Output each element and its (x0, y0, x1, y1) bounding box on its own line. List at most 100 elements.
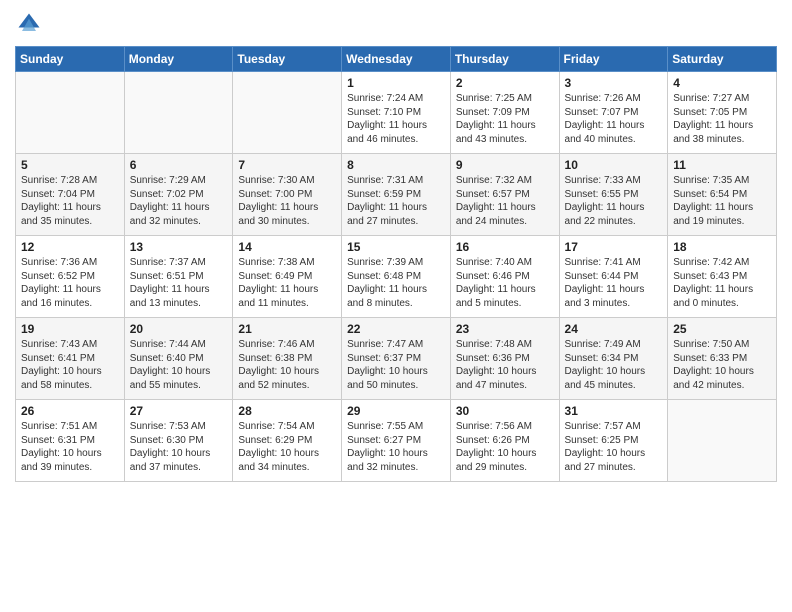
calendar-day-cell: 12 Sunrise: 7:36 AMSunset: 6:52 PMDayligh… (16, 236, 125, 318)
day-info: Sunrise: 7:25 AMSunset: 7:09 PMDaylight:… (456, 92, 554, 146)
day-number: 6 (130, 158, 228, 172)
header (15, 10, 777, 38)
calendar-day-cell: 18 Sunrise: 7:42 AMSunset: 6:43 PMDayligh… (668, 236, 777, 318)
day-info: Sunrise: 7:41 AMSunset: 6:44 PMDaylight:… (565, 256, 663, 310)
calendar-day-cell: 19 Sunrise: 7:43 AMSunset: 6:41 PMDayligh… (16, 318, 125, 400)
day-info: Sunrise: 7:39 AMSunset: 6:48 PMDaylight:… (347, 256, 445, 310)
day-number: 19 (21, 322, 119, 336)
calendar-day-cell (124, 72, 233, 154)
day-info: Sunrise: 7:54 AMSunset: 6:29 PMDaylight:… (238, 420, 336, 474)
day-info: Sunrise: 7:29 AMSunset: 7:02 PMDaylight:… (130, 174, 228, 228)
calendar-day-cell: 26 Sunrise: 7:51 AMSunset: 6:31 PMDayligh… (16, 400, 125, 482)
calendar-week-row: 1Sunrise: 7:24 AMSunset: 7:10 PMDaylight… (16, 72, 777, 154)
day-info: Sunrise: 7:51 AMSunset: 6:31 PMDaylight:… (21, 420, 119, 474)
calendar-day-cell: 5 Sunrise: 7:28 AMSunset: 7:04 PMDaylight… (16, 154, 125, 236)
day-number: 11 (673, 158, 771, 172)
header-day: Sunday (16, 47, 125, 72)
day-info: Sunrise: 7:47 AMSunset: 6:37 PMDaylight:… (347, 338, 445, 392)
day-number: 15 (347, 240, 445, 254)
header-day: Saturday (668, 47, 777, 72)
day-number: 25 (673, 322, 771, 336)
day-number: 21 (238, 322, 336, 336)
day-number: 1 (347, 76, 445, 90)
day-number: 23 (456, 322, 554, 336)
calendar-week-row: 26 Sunrise: 7:51 AMSunset: 6:31 PMDayligh… (16, 400, 777, 482)
day-number: 22 (347, 322, 445, 336)
calendar-day-cell: 27Sunrise: 7:53 AMSunset: 6:30 PMDayligh… (124, 400, 233, 482)
calendar-day-cell: 16 Sunrise: 7:40 AMSunset: 6:46 PMDayligh… (450, 236, 559, 318)
calendar-day-cell: 29 Sunrise: 7:55 AMSunset: 6:27 PMDayligh… (342, 400, 451, 482)
day-number: 10 (565, 158, 663, 172)
calendar-week-row: 5 Sunrise: 7:28 AMSunset: 7:04 PMDaylight… (16, 154, 777, 236)
day-number: 20 (130, 322, 228, 336)
calendar-day-cell: 13 Sunrise: 7:37 AMSunset: 6:51 PMDayligh… (124, 236, 233, 318)
header-day: Friday (559, 47, 668, 72)
day-info: Sunrise: 7:42 AMSunset: 6:43 PMDaylight:… (673, 256, 771, 310)
header-day: Wednesday (342, 47, 451, 72)
header-day: Monday (124, 47, 233, 72)
day-info: Sunrise: 7:38 AMSunset: 6:49 PMDaylight:… (238, 256, 336, 310)
day-info: Sunrise: 7:36 AMSunset: 6:52 PMDaylight:… (21, 256, 119, 310)
calendar-day-cell: 4 Sunrise: 7:27 AMSunset: 7:05 PMDaylight… (668, 72, 777, 154)
calendar-day-cell (16, 72, 125, 154)
calendar-day-cell: 3Sunrise: 7:26 AMSunset: 7:07 PMDaylight… (559, 72, 668, 154)
day-number: 27 (130, 404, 228, 418)
day-number: 4 (673, 76, 771, 90)
day-info: Sunrise: 7:28 AMSunset: 7:04 PMDaylight:… (21, 174, 119, 228)
calendar-day-cell: 11 Sunrise: 7:35 AMSunset: 6:54 PMDayligh… (668, 154, 777, 236)
logo (15, 10, 47, 38)
day-info: Sunrise: 7:33 AMSunset: 6:55 PMDaylight:… (565, 174, 663, 228)
day-number: 2 (456, 76, 554, 90)
day-number: 3 (565, 76, 663, 90)
calendar-week-row: 19 Sunrise: 7:43 AMSunset: 6:41 PMDayligh… (16, 318, 777, 400)
day-info: Sunrise: 7:40 AMSunset: 6:46 PMDaylight:… (456, 256, 554, 310)
day-number: 16 (456, 240, 554, 254)
day-info: Sunrise: 7:46 AMSunset: 6:38 PMDaylight:… (238, 338, 336, 392)
calendar-day-cell: 28 Sunrise: 7:54 AMSunset: 6:29 PMDayligh… (233, 400, 342, 482)
calendar-day-cell: 23 Sunrise: 7:48 AMSunset: 6:36 PMDayligh… (450, 318, 559, 400)
calendar-day-cell: 24Sunrise: 7:49 AMSunset: 6:34 PMDayligh… (559, 318, 668, 400)
day-number: 9 (456, 158, 554, 172)
calendar-day-cell (233, 72, 342, 154)
calendar-day-cell: 9 Sunrise: 7:32 AMSunset: 6:57 PMDaylight… (450, 154, 559, 236)
day-info: Sunrise: 7:35 AMSunset: 6:54 PMDaylight:… (673, 174, 771, 228)
calendar-table: SundayMondayTuesdayWednesdayThursdayFrid… (15, 46, 777, 482)
header-day: Thursday (450, 47, 559, 72)
calendar-day-cell: 14Sunrise: 7:38 AMSunset: 6:49 PMDayligh… (233, 236, 342, 318)
calendar-day-cell: 10 Sunrise: 7:33 AMSunset: 6:55 PMDayligh… (559, 154, 668, 236)
day-number: 8 (347, 158, 445, 172)
day-number: 29 (347, 404, 445, 418)
day-info: Sunrise: 7:48 AMSunset: 6:36 PMDaylight:… (456, 338, 554, 392)
header-day: Tuesday (233, 47, 342, 72)
day-number: 17 (565, 240, 663, 254)
day-info: Sunrise: 7:32 AMSunset: 6:57 PMDaylight:… (456, 174, 554, 228)
day-info: Sunrise: 7:57 AMSunset: 6:25 PMDaylight:… (565, 420, 663, 474)
day-number: 28 (238, 404, 336, 418)
day-number: 13 (130, 240, 228, 254)
calendar-day-cell: 8 Sunrise: 7:31 AMSunset: 6:59 PMDaylight… (342, 154, 451, 236)
day-info: Sunrise: 7:37 AMSunset: 6:51 PMDaylight:… (130, 256, 228, 310)
day-info: Sunrise: 7:31 AMSunset: 6:59 PMDaylight:… (347, 174, 445, 228)
day-number: 12 (21, 240, 119, 254)
day-info: Sunrise: 7:55 AMSunset: 6:27 PMDaylight:… (347, 420, 445, 474)
day-info: Sunrise: 7:43 AMSunset: 6:41 PMDaylight:… (21, 338, 119, 392)
day-info: Sunrise: 7:30 AMSunset: 7:00 PMDaylight:… (238, 174, 336, 228)
day-number: 26 (21, 404, 119, 418)
day-number: 7 (238, 158, 336, 172)
logo-icon (15, 10, 43, 38)
calendar-day-cell: 15 Sunrise: 7:39 AMSunset: 6:48 PMDayligh… (342, 236, 451, 318)
day-number: 31 (565, 404, 663, 418)
day-number: 24 (565, 322, 663, 336)
calendar-day-cell: 25 Sunrise: 7:50 AMSunset: 6:33 PMDayligh… (668, 318, 777, 400)
calendar-day-cell: 22 Sunrise: 7:47 AMSunset: 6:37 PMDayligh… (342, 318, 451, 400)
day-number: 30 (456, 404, 554, 418)
calendar-day-cell: 30Sunrise: 7:56 AMSunset: 6:26 PMDayligh… (450, 400, 559, 482)
header-row: SundayMondayTuesdayWednesdayThursdayFrid… (16, 47, 777, 72)
day-number: 18 (673, 240, 771, 254)
day-info: Sunrise: 7:44 AMSunset: 6:40 PMDaylight:… (130, 338, 228, 392)
day-number: 5 (21, 158, 119, 172)
calendar-day-cell: 21 Sunrise: 7:46 AMSunset: 6:38 PMDayligh… (233, 318, 342, 400)
day-info: Sunrise: 7:50 AMSunset: 6:33 PMDaylight:… (673, 338, 771, 392)
day-info: Sunrise: 7:27 AMSunset: 7:05 PMDaylight:… (673, 92, 771, 146)
calendar-day-cell: 17 Sunrise: 7:41 AMSunset: 6:44 PMDayligh… (559, 236, 668, 318)
